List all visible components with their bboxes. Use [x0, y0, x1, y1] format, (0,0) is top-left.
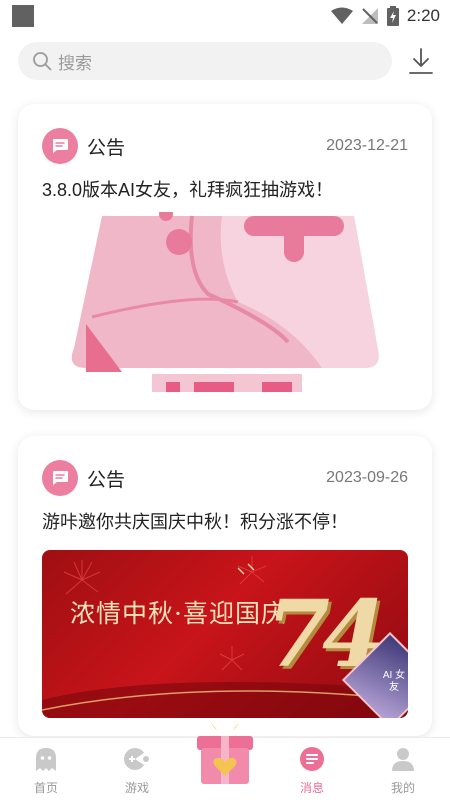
card-tag: 公告	[87, 469, 126, 491]
card-title: 3.8.0版本AI女友，礼拜疯狂抽游戏！	[42, 180, 334, 200]
download-icon	[409, 48, 433, 74]
notification-icon	[12, 5, 34, 27]
status-time: 2:20	[406, 6, 440, 25]
card-banner-image	[42, 212, 408, 392]
banner-headline: 浓情中秋·喜迎国庆	[70, 599, 287, 628]
download-button[interactable]	[406, 46, 436, 76]
tab-home[interactable]: 首页	[16, 746, 76, 796]
search-row: 搜索	[18, 42, 436, 80]
ghost-icon	[36, 748, 56, 771]
announcement-card[interactable]: 公告 2023-09-26 游咔邀你共庆国庆中秋！积分涨不停！ 浓情中秋·喜迎国…	[18, 436, 432, 736]
tab-label: 游戏	[124, 781, 149, 795]
battery-icon	[386, 6, 399, 26]
status-icons: 2:20	[330, 5, 440, 27]
wifi-icon	[330, 7, 353, 24]
message-icon	[300, 747, 324, 771]
announcement-icon	[42, 128, 78, 164]
announcement-card[interactable]: 公告 2023-12-21 3.8.0版本AI女友，礼拜疯狂抽游戏！	[18, 104, 432, 410]
tab-label: 首页	[33, 781, 58, 795]
tab-label: 我的	[390, 781, 415, 795]
tab-games[interactable]: 游戏	[107, 746, 167, 796]
card-header: 公告 2023-12-21	[42, 128, 408, 164]
gift-button[interactable]	[193, 716, 257, 786]
gamepad-illustration	[71, 212, 379, 392]
card-date: 2023-12-21	[326, 137, 408, 154]
gamepad-icon	[124, 748, 149, 770]
tab-profile[interactable]: 我的	[373, 746, 433, 796]
search-placeholder: 搜索	[58, 53, 92, 73]
no-signal-icon	[361, 8, 378, 24]
announcement-icon	[42, 460, 78, 496]
card-header: 公告 2023-09-26	[42, 460, 408, 496]
card-tag: 公告	[87, 137, 126, 159]
search-input[interactable]: 搜索	[18, 42, 392, 80]
tab-label: 消息	[299, 781, 324, 795]
gift-icon	[197, 722, 253, 784]
user-icon	[392, 748, 414, 771]
card-banner-image: 浓情中秋·喜迎国庆 74 AI 女友	[42, 550, 408, 718]
card-title: 游咔邀你共庆国庆中秋！积分涨不停！	[42, 512, 348, 532]
ai-badge-label: AI 女友	[382, 670, 406, 693]
tab-messages[interactable]: 消息	[282, 746, 342, 796]
status-bar: 2:20	[0, 0, 450, 32]
card-date: 2023-09-26	[326, 469, 408, 486]
search-icon	[33, 52, 52, 71]
